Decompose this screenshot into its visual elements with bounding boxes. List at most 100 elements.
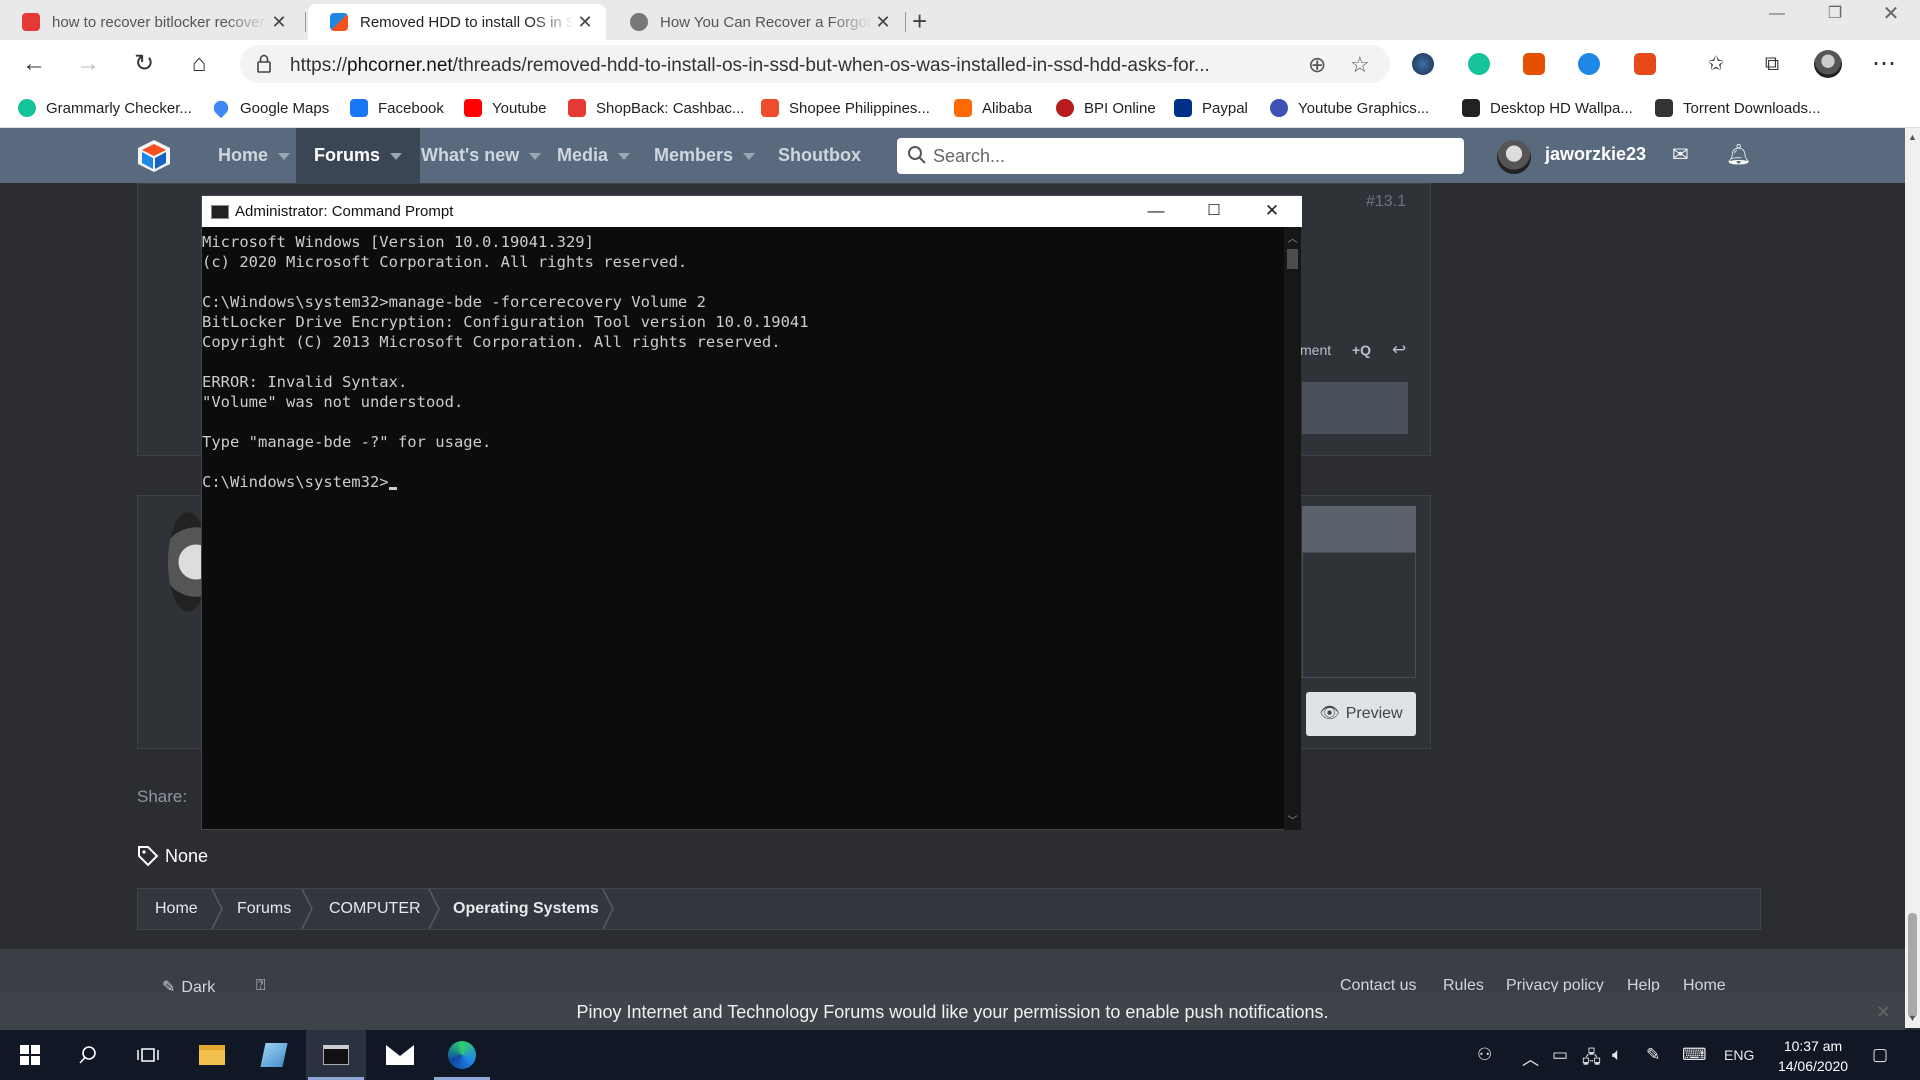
extension-globe-icon[interactable] [1412,53,1434,75]
action-center-icon[interactable]: ▢ [1872,1045,1888,1065]
chevron-down-icon[interactable] [529,152,542,160]
input-language[interactable]: ENG [1724,1047,1754,1063]
bookmark-paypal[interactable]: Paypal [1174,96,1248,120]
scroll-down-arrow-icon[interactable]: ▼ [1908,1013,1917,1023]
favorites-icon[interactable]: ✩ [1700,48,1732,80]
bell-icon[interactable]: 🔔︎ [1726,142,1751,167]
bookmark-facebook[interactable]: Facebook [350,96,444,120]
username-link[interactable]: jaworzkie23 [1545,144,1646,165]
nav-shoutbox[interactable]: Shoutbox [778,128,861,183]
bookmark-grammarly[interactable]: Grammarly Checker... [18,96,192,120]
cmd-minimize-icon[interactable]: — [1127,196,1185,227]
scrollbar-thumb[interactable] [1908,913,1917,1018]
scroll-up-arrow-icon[interactable]: ▲ [1908,132,1917,142]
nav-forums[interactable]: Forums [296,128,421,183]
bookmark-youtube-graphics[interactable]: Youtube Graphics... [1270,96,1429,120]
cmd-titlebar[interactable]: Administrator: Command Prompt — ☐ ✕ [202,196,1302,227]
reply-icon[interactable]: ↩ [1392,340,1406,360]
bookmark-alibaba[interactable]: Alibaba [954,96,1032,120]
address-bar[interactable]: https://phcorner.net/threads/removed-hdd… [240,45,1390,83]
cmd-scrollbar-thumb[interactable] [1287,249,1298,269]
taskbar-edge[interactable] [432,1030,492,1080]
editor-textarea[interactable] [1302,552,1416,678]
favorite-star-icon[interactable]: ☆ [1350,52,1370,78]
extension-blue-icon[interactable] [1578,53,1600,75]
collections-icon[interactable]: ⧉ [1756,48,1788,80]
tab-recover-forgotten[interactable]: How You Can Recover a Forgotten ✕ [608,4,904,40]
forward-icon[interactable]: → [72,48,104,80]
network-icon[interactable]: 🖧︎ [1582,1045,1601,1074]
restore-icon[interactable]: ❐ [1806,0,1864,30]
cmd-close-icon[interactable]: ✕ [1243,196,1301,227]
url-text[interactable]: https://phcorner.net/threads/removed-hdd… [290,55,1290,77]
close-banner-icon[interactable]: ✕ [1876,992,1891,1032]
bookmark-google-maps[interactable]: Google Maps [210,96,329,120]
system-clock[interactable]: 10:37 am 14/06/2020 [1768,1036,1858,1076]
pen-icon[interactable]: ✎ [1646,1045,1660,1065]
close-tab-icon[interactable]: ✕ [268,12,290,33]
volume-icon[interactable]: 🔈︎ [1612,1045,1622,1065]
command-prompt-window[interactable]: Administrator: Command Prompt — ☐ ✕ Micr… [201,195,1302,830]
phcorner-logo-icon[interactable] [136,138,172,174]
push-notification-banner[interactable]: Pinoy Internet and Technology Forums wou… [0,992,1905,1032]
battery-icon[interactable]: ▭ [1552,1045,1568,1065]
cmd-scrollbar[interactable]: ︿ ﹀ [1284,227,1301,830]
task-view-button[interactable] [118,1030,178,1080]
grammarly-extension-icon[interactable] [1468,53,1490,75]
minimize-icon[interactable]: — [1748,0,1806,30]
nav-home[interactable]: Home [218,128,291,183]
close-window-icon[interactable]: ✕ [1862,0,1920,30]
breadcrumb-operating-systems[interactable]: Operating Systems [453,889,599,929]
extension-orange-icon[interactable] [1523,53,1545,75]
comment-link[interactable]: ment [1300,342,1331,358]
profile-avatar[interactable] [1814,50,1842,78]
bookmark-bpi-online[interactable]: BPI Online [1056,96,1156,120]
add-tab-page-icon[interactable]: ⊕ [1308,52,1326,78]
bookmark-youtube[interactable]: Youtube [464,96,547,120]
taskbar-file-explorer[interactable] [182,1030,242,1080]
breadcrumb-home[interactable]: Home [155,889,198,929]
scroll-down-arrow-icon[interactable]: ﹀ [1284,812,1301,827]
chevron-down-icon[interactable] [278,152,291,160]
refresh-icon[interactable]: ↻ [128,48,160,80]
more-menu-icon[interactable]: ⋯ [1868,48,1900,80]
breadcrumb-forums[interactable]: Forums [237,889,291,929]
bookmark-shopee[interactable]: Shopee Philippines... [761,96,930,120]
bookmark-shopback[interactable]: ShopBack: Cashbac... [568,96,744,120]
chevron-down-icon[interactable] [390,152,403,160]
post-number-link[interactable]: #13.1 [1366,193,1406,211]
chevron-down-icon[interactable] [618,152,631,160]
quote-button[interactable]: +Q [1352,342,1371,358]
nav-whats-new[interactable]: What's new [421,128,542,183]
search-button[interactable] [58,1030,118,1080]
tab-removed-hdd[interactable]: Removed HDD to install OS in SSD ✕ [308,4,606,40]
taskbar-command-prompt[interactable] [306,1030,366,1080]
people-icon[interactable]: ⚇ [1477,1045,1492,1065]
chevron-down-icon[interactable] [743,152,756,160]
close-tab-icon[interactable]: ✕ [574,12,596,33]
cmd-console-output[interactable]: Microsoft Windows [Version 10.0.19041.32… [202,232,1284,827]
breadcrumb-computer[interactable]: COMPUTER [329,889,421,929]
mail-icon[interactable]: ✉ [1672,142,1689,167]
touch-keyboard-icon[interactable]: ⌨ [1682,1045,1707,1065]
taskbar-mail[interactable] [370,1030,430,1080]
search-input[interactable]: Search... [933,146,1005,167]
back-icon[interactable]: ← [18,48,50,80]
shopback-extension-icon[interactable] [1634,53,1656,75]
user-avatar[interactable] [1497,140,1531,174]
close-tab-icon[interactable]: ✕ [872,12,894,33]
forum-search[interactable]: Search... [897,138,1464,174]
console-prompt-line[interactable]: C:\Windows\system32> [202,472,1284,492]
nav-members[interactable]: Members [654,128,756,183]
show-hidden-icons-chevron-icon[interactable]: ︿ [1522,1045,1539,1070]
tab-bitlocker-recover[interactable]: how to recover bitlocker recover ✕ [0,4,300,40]
bookmark-torrent-downloads[interactable]: Torrent Downloads... [1655,96,1821,120]
taskbar-notepad[interactable] [244,1030,304,1080]
new-tab-icon[interactable]: + [912,6,927,37]
home-icon[interactable]: ⌂ [183,48,215,80]
scroll-up-arrow-icon[interactable]: ︿ [1284,230,1301,245]
start-button[interactable] [0,1030,60,1080]
page-scrollbar[interactable]: ▲ ▼ [1905,128,1920,1028]
bookmark-desktop-wallpaper[interactable]: Desktop HD Wallpa... [1462,96,1633,120]
preview-button[interactable]: 👁︎ Preview [1306,692,1416,736]
